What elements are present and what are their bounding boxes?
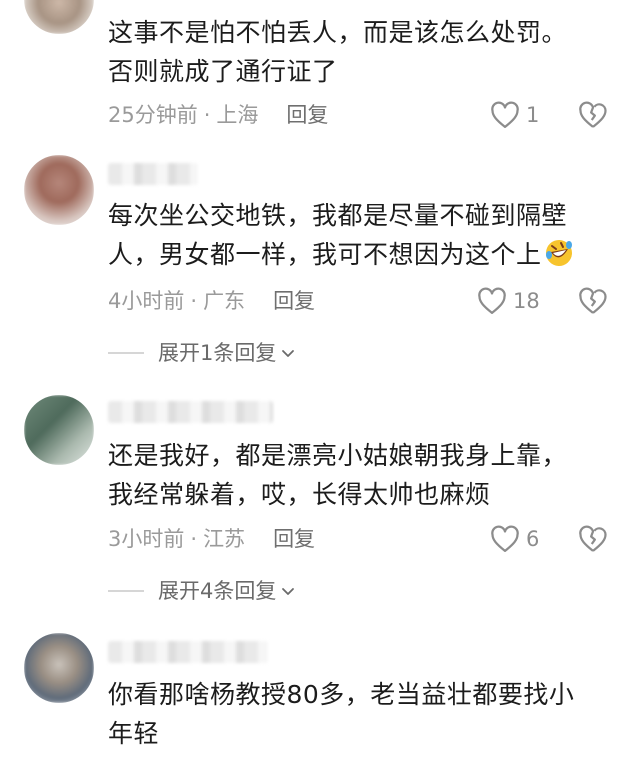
expand-replies-button[interactable]: 展开4条回复 bbox=[108, 576, 296, 606]
broken-heart-icon[interactable] bbox=[578, 524, 608, 554]
username-blurred bbox=[108, 401, 273, 423]
like-button[interactable]: 18 bbox=[477, 286, 540, 316]
expand-replies-label: 展开4条回复 bbox=[158, 579, 277, 603]
comment-meta: 25分钟前 · 上海 回复 bbox=[108, 103, 329, 127]
chevron-down-icon bbox=[282, 588, 295, 595]
comment-text: 每次坐公交地铁，我都是尽量不碰到隔壁 人，男女都一样，我可不想因为这个上 bbox=[108, 196, 608, 274]
location: 广东 bbox=[203, 289, 246, 313]
avatar[interactable] bbox=[24, 633, 94, 703]
reply-button[interactable]: 回复 bbox=[286, 103, 328, 127]
comment-meta: 4小时前 · 广东 回复 bbox=[108, 289, 316, 313]
comment-text: 这事不是怕不怕丢人，而是该怎么处罚。 否则就成了通行证了 bbox=[108, 18, 568, 86]
broken-heart-icon[interactable] bbox=[578, 286, 608, 316]
comment-text: 你看那啥杨教授80多，老当益壮都要找小 年轻 bbox=[108, 680, 575, 748]
heart-outline-icon bbox=[491, 525, 519, 552]
location: 上海 bbox=[216, 103, 259, 127]
comment-meta: 3小时前 · 江苏 回复 bbox=[108, 527, 316, 551]
like-count: 1 bbox=[526, 103, 540, 127]
reply-button[interactable]: 回复 bbox=[273, 289, 315, 313]
username-blurred bbox=[108, 641, 268, 663]
heart-outline-icon bbox=[478, 287, 506, 314]
divider bbox=[108, 352, 144, 354]
like-button[interactable]: 1 bbox=[490, 100, 539, 130]
reply-button[interactable]: 回复 bbox=[273, 527, 315, 551]
comment-text: 还是我好，都是漂亮小姑娘朝我身上靠， 我经常躲着，哎，长得太帅也麻烦 bbox=[108, 441, 568, 509]
chevron-down-icon bbox=[282, 350, 295, 357]
timestamp: 25分钟前 bbox=[108, 103, 198, 127]
timestamp: 3小时前 bbox=[108, 527, 185, 551]
like-button[interactable]: 6 bbox=[490, 524, 539, 554]
heart-outline-icon bbox=[491, 101, 519, 128]
divider bbox=[108, 590, 144, 592]
broken-heart-icon[interactable] bbox=[578, 100, 608, 130]
location: 江苏 bbox=[203, 527, 246, 551]
avatar[interactable] bbox=[24, 395, 94, 465]
expand-replies-label: 展开1条回复 bbox=[158, 341, 277, 365]
username-blurred bbox=[108, 163, 198, 185]
expand-replies-button[interactable]: 展开1条回复 bbox=[108, 338, 296, 368]
avatar[interactable] bbox=[24, 0, 94, 34]
like-count: 18 bbox=[513, 289, 540, 313]
timestamp: 4小时前 bbox=[108, 289, 185, 313]
rofl-emoji-icon bbox=[545, 240, 572, 266]
like-count: 6 bbox=[526, 527, 540, 551]
avatar[interactable] bbox=[24, 155, 94, 225]
